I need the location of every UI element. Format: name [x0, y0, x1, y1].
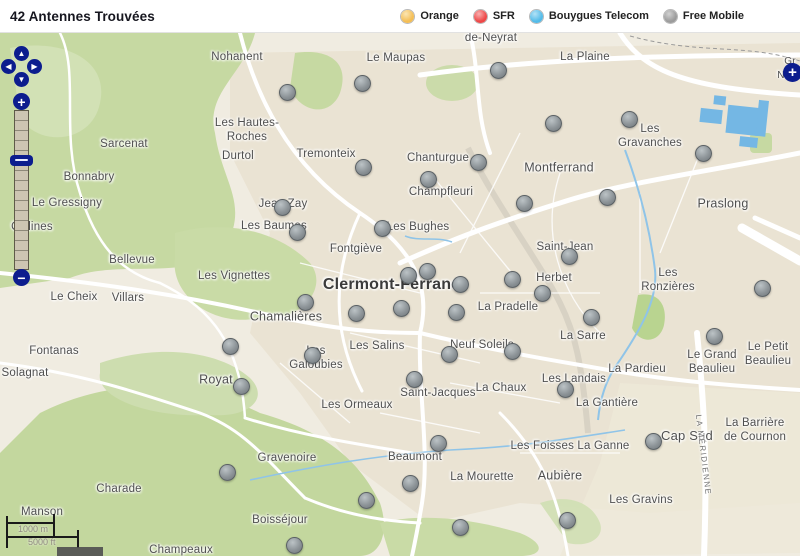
scalebar-metric-label: 1000 m: [18, 524, 49, 534]
antenna-marker[interactable]: [353, 74, 371, 92]
antenna-marker[interactable]: [392, 299, 410, 317]
carrier-dot-icon: [401, 9, 415, 23]
map-terrain-background: [0, 33, 800, 556]
scalebar-left-tick: [6, 516, 8, 548]
antenna-marker[interactable]: [644, 432, 662, 450]
antenna-marker[interactable]: [373, 219, 391, 237]
carrier-legend: Orange SFR Bouygues Telecom Free Mobile: [401, 9, 790, 23]
zoom-in-button[interactable]: +: [13, 93, 30, 110]
antenna-marker[interactable]: [273, 198, 291, 216]
legend-label: Free Mobile: [682, 10, 744, 22]
antenna-marker[interactable]: [429, 434, 447, 452]
minus-icon: −: [17, 269, 26, 286]
legend-item-bouygues-telecom[interactable]: Bouygues Telecom: [529, 9, 649, 23]
results-count-title: 42 Antennes Trouvées: [10, 8, 155, 24]
pan-left-button[interactable]: ◀: [1, 59, 16, 74]
antenna-marker[interactable]: [347, 304, 365, 322]
plus-icon: +: [17, 93, 26, 110]
plus-icon: +: [788, 64, 797, 81]
pan-up-icon: ▲: [17, 49, 26, 58]
zoom-out-button[interactable]: −: [13, 269, 30, 286]
antenna-marker[interactable]: [556, 380, 574, 398]
antenna-marker[interactable]: [354, 158, 372, 176]
antenna-marker[interactable]: [544, 114, 562, 132]
antenna-marker[interactable]: [218, 463, 236, 481]
antenna-marker[interactable]: [753, 279, 771, 297]
antenna-marker[interactable]: [620, 110, 638, 128]
legend-label: Bouygues Telecom: [548, 10, 649, 22]
antenna-marker[interactable]: [278, 83, 296, 101]
scalebar-imperial-line: [6, 536, 79, 538]
results-header: 42 Antennes Trouvées Orange SFR Bouygues T…: [0, 0, 800, 33]
zoom-slider-handle[interactable]: [10, 155, 33, 166]
antenna-marker[interactable]: [451, 275, 469, 293]
antenna-marker[interactable]: [560, 247, 578, 265]
legend-label: Orange: [420, 10, 459, 22]
carrier-dot-icon: [473, 9, 487, 23]
antenna-marker[interactable]: [357, 491, 375, 509]
antenna-marker[interactable]: [533, 284, 551, 302]
antenna-marker[interactable]: [296, 293, 314, 311]
antenna-marker[interactable]: [469, 153, 487, 171]
pan-right-button[interactable]: ▶: [27, 59, 42, 74]
legend-label: SFR: [492, 10, 515, 22]
legend-item-free-mobile[interactable]: Free Mobile: [663, 9, 744, 23]
legend-item-sfr[interactable]: SFR: [473, 9, 515, 23]
clipped-attribution-box: [57, 547, 103, 556]
legend-item-orange[interactable]: Orange: [401, 9, 459, 23]
antenna-marker[interactable]: [598, 188, 616, 206]
carrier-dot-icon: [529, 9, 543, 23]
antenna-marker[interactable]: [515, 194, 533, 212]
antenna-marker[interactable]: [705, 327, 723, 345]
pan-down-button[interactable]: ▼: [14, 72, 29, 87]
antenna-marker[interactable]: [221, 337, 239, 355]
antenna-marker[interactable]: [418, 262, 436, 280]
antenna-marker[interactable]: [401, 474, 419, 492]
antenna-marker[interactable]: [303, 346, 321, 364]
pan-right-icon: ▶: [31, 62, 38, 71]
antenna-marker[interactable]: [405, 370, 423, 388]
antenna-marker[interactable]: [694, 144, 712, 162]
antenna-marker[interactable]: [503, 342, 521, 360]
antenna-marker[interactable]: [582, 308, 600, 326]
scalebar-imperial-label: 5000 ft: [28, 537, 56, 547]
antenna-marker[interactable]: [489, 61, 507, 79]
overview-expand-button[interactable]: +: [783, 63, 800, 82]
antenna-marker[interactable]: [285, 536, 303, 554]
antenna-marker[interactable]: [503, 270, 521, 288]
pan-up-button[interactable]: ▲: [14, 46, 29, 61]
pan-down-icon: ▼: [17, 75, 26, 84]
antenna-marker[interactable]: [451, 518, 469, 536]
antenna-marker[interactable]: [447, 303, 465, 321]
antenna-marker[interactable]: [558, 511, 576, 529]
antenna-marker[interactable]: [232, 377, 250, 395]
scalebar-right-tick: [77, 530, 79, 548]
antenna-marker[interactable]: [288, 223, 306, 241]
pan-left-icon: ◀: [5, 62, 12, 71]
antenna-map[interactable]: ▲ ◀ ▶ ▼ + − + 1000 m 5000 ft de-Neyrat No…: [0, 33, 800, 556]
antenna-marker[interactable]: [419, 170, 437, 188]
zoom-slider-track[interactable]: [14, 110, 29, 270]
scalebar-mid-tick: [53, 514, 55, 536]
antenna-marker[interactable]: [440, 345, 458, 363]
carrier-dot-icon: [663, 9, 677, 23]
scalebar-metric-line: [6, 522, 55, 524]
antenna-marker[interactable]: [399, 266, 417, 284]
